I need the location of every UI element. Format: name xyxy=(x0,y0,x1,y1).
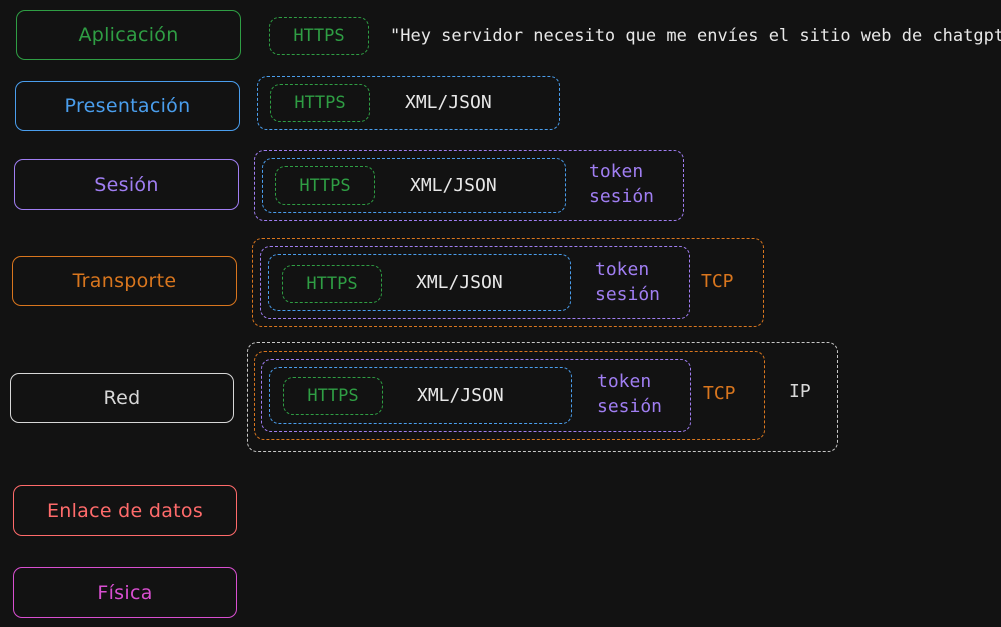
layer-sesion: Sesión xyxy=(14,159,239,210)
https-box-row3: HTTPS xyxy=(275,166,375,205)
xml-json-label: XML/JSON xyxy=(417,385,504,406)
token-label-line1: token xyxy=(597,371,652,392)
layer-fisica-label: Física xyxy=(97,581,153,604)
layer-presentacion-label: Presentación xyxy=(64,95,191,117)
ip-label: IP xyxy=(789,381,811,402)
request-message: "Hey servidor necesito que me envíes el … xyxy=(390,26,1001,46)
layer-red-label: Red xyxy=(103,387,141,409)
https-label: HTTPS xyxy=(293,26,345,46)
layer-aplicacion-label: Aplicación xyxy=(78,24,179,46)
https-box-row2: HTTPS xyxy=(270,84,370,122)
xml-json-label: XML/JSON xyxy=(416,272,503,293)
layer-red: Red xyxy=(10,373,234,423)
https-label: HTTPS xyxy=(299,175,351,196)
https-box-row5: HTTPS xyxy=(283,377,383,415)
layer-sesion-label: Sesión xyxy=(94,173,159,196)
token-label-line2: sesión xyxy=(589,186,655,207)
tcp-label: TCP xyxy=(701,271,734,292)
xml-json-label: XML/JSON xyxy=(405,92,492,113)
layer-presentacion: Presentación xyxy=(15,81,240,131)
https-box-row4: HTTPS xyxy=(282,265,382,303)
https-box-row1: HTTPS xyxy=(269,17,369,55)
token-label-line2: sesión xyxy=(595,284,661,305)
https-label: HTTPS xyxy=(294,93,346,113)
layer-enlace-label: Enlace de datos xyxy=(46,499,204,522)
layer-fisica: Física xyxy=(13,567,237,618)
https-label: HTTPS xyxy=(307,386,359,406)
token-label-line1: token xyxy=(589,161,644,182)
https-label: HTTPS xyxy=(306,274,358,294)
token-label-line1: token xyxy=(595,259,650,280)
layer-transporte-label: Transporte xyxy=(72,270,177,292)
xml-json-label: XML/JSON xyxy=(410,175,497,196)
layer-transporte: Transporte xyxy=(12,256,237,306)
layer-enlace-de-datos: Enlace de datos xyxy=(13,485,237,536)
token-label-line2: sesión xyxy=(597,396,663,417)
layer-aplicacion: Aplicación xyxy=(16,10,241,60)
tcp-label: TCP xyxy=(703,383,736,404)
